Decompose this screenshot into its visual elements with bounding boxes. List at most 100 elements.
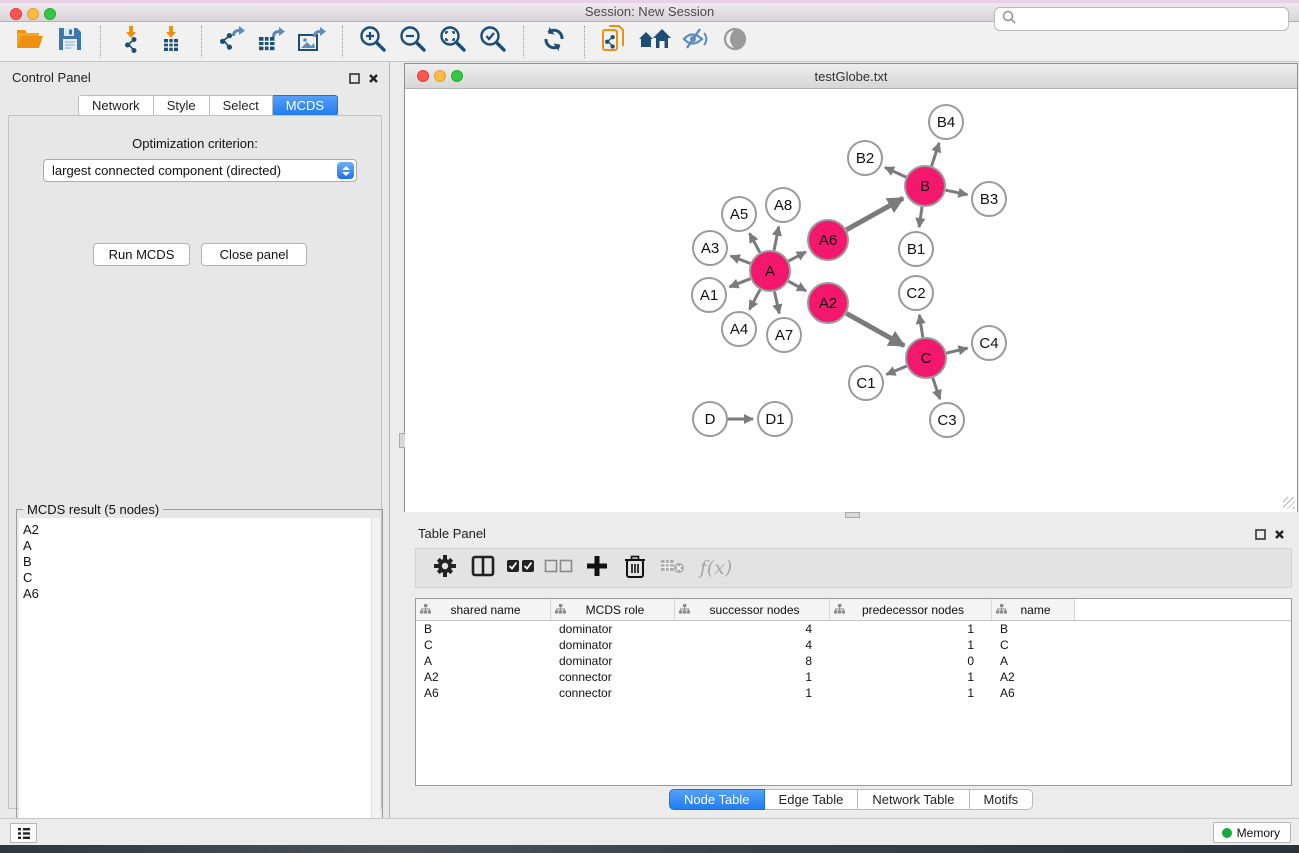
save-session-button[interactable] <box>50 24 90 60</box>
table-row[interactable]: A2connector11A2 <box>416 669 1291 685</box>
table-row[interactable]: A6connector11A6 <box>416 685 1291 701</box>
run-mcds-button[interactable]: Run MCDS <box>93 243 190 266</box>
node-table[interactable]: shared nameMCDS rolesuccessor nodesprede… <box>415 598 1292 786</box>
node-A7[interactable]: A7 <box>767 318 801 352</box>
column-header-MCDS-role[interactable]: MCDS role <box>551 599 675 620</box>
node-B[interactable]: B <box>905 166 945 206</box>
node-A3[interactable]: A3 <box>693 231 727 265</box>
node-C2[interactable]: C2 <box>899 276 933 310</box>
edge-A-A4[interactable] <box>749 290 760 310</box>
edge-A-A8[interactable] <box>774 227 779 251</box>
open-session-button[interactable] <box>10 24 50 60</box>
edge-A-A6[interactable] <box>789 252 806 261</box>
node-A1[interactable]: A1 <box>692 278 726 312</box>
edge-A-A3[interactable] <box>731 256 751 264</box>
node-D[interactable]: D <box>693 402 727 436</box>
node-C[interactable]: C <box>906 338 946 378</box>
export-network-button[interactable] <box>212 24 252 60</box>
result-list-item[interactable]: A <box>23 538 380 554</box>
column-header-shared-name[interactable]: shared name <box>416 599 551 620</box>
zoom-out-button[interactable] <box>393 24 433 60</box>
import-network-button[interactable] <box>111 24 151 60</box>
memory-button[interactable]: Memory <box>1213 822 1291 843</box>
node-C4[interactable]: C4 <box>972 326 1006 360</box>
edge-A-A7[interactable] <box>774 292 779 314</box>
edge-B-B3[interactable] <box>946 190 968 194</box>
result-list-item[interactable]: A2 <box>23 522 380 538</box>
tab-mcds[interactable]: MCDS <box>273 95 338 116</box>
node-B3[interactable]: B3 <box>972 182 1006 216</box>
zoom-selected-button[interactable] <box>473 24 513 60</box>
close-table-panel-icon[interactable] <box>1274 527 1285 545</box>
edge-A-A5[interactable] <box>750 233 760 252</box>
node-A2[interactable]: A2 <box>808 283 848 323</box>
result-list-item[interactable]: A6 <box>23 586 380 602</box>
home-button[interactable] <box>635 24 675 60</box>
search-input[interactable] <box>994 7 1289 31</box>
node-A[interactable]: A <box>750 251 790 291</box>
function-button[interactable]: f(x) <box>694 551 738 585</box>
export-table-button[interactable] <box>252 24 292 60</box>
horizontal-splitter-handle[interactable] <box>845 512 860 518</box>
edge-B-B4[interactable] <box>932 143 940 166</box>
close-panel-icon[interactable] <box>368 71 379 89</box>
export-image-button[interactable] <box>292 24 332 60</box>
tab-network[interactable]: Network <box>78 95 154 116</box>
result-scrollbar[interactable] <box>371 518 380 844</box>
column-header-successor-nodes[interactable]: successor nodes <box>675 599 830 620</box>
tab-network-table[interactable]: Network Table <box>858 789 969 810</box>
copy-network-button[interactable] <box>595 24 635 60</box>
edge-B-B2[interactable] <box>885 167 906 177</box>
float-table-panel-icon[interactable] <box>1255 527 1266 545</box>
float-panel-icon[interactable] <box>349 71 360 89</box>
add-row-button[interactable] <box>580 551 614 585</box>
result-list-item[interactable]: C <box>23 570 380 586</box>
edge-A-A1[interactable] <box>729 279 750 287</box>
tab-select[interactable]: Select <box>210 95 273 116</box>
import-table-button[interactable] <box>151 24 191 60</box>
network-window-titlebar[interactable]: testGlobe.txt <box>405 64 1297 89</box>
task-history-button[interactable] <box>10 823 37 843</box>
close-panel-button[interactable]: Close panel <box>201 243 307 266</box>
edge-A-A2[interactable] <box>788 281 806 291</box>
node-B4[interactable]: B4 <box>929 105 963 139</box>
mcds-result-list[interactable]: A2ABCA6 <box>19 518 380 844</box>
edge-C-C2[interactable] <box>919 315 922 338</box>
delete-row-button[interactable] <box>618 551 652 585</box>
tab-style[interactable]: Style <box>154 95 210 116</box>
node-C3[interactable]: C3 <box>930 403 964 437</box>
vertical-splitter-handle[interactable] <box>399 433 405 448</box>
node-B1[interactable]: B1 <box>899 232 933 266</box>
deselect-all-button[interactable] <box>542 551 576 585</box>
refresh-button[interactable] <box>534 24 574 60</box>
criterion-dropdown[interactable]: largest connected component (directed) <box>43 159 357 182</box>
column-header-name[interactable]: name <box>992 599 1075 620</box>
column-header-predecessor-nodes[interactable]: predecessor nodes <box>830 599 992 620</box>
select-all-button[interactable] <box>504 551 538 585</box>
node-A8[interactable]: A8 <box>766 188 800 222</box>
tab-motifs[interactable]: Motifs <box>970 789 1034 810</box>
show-panel-button[interactable] <box>715 24 755 60</box>
edge-A2-C[interactable] <box>846 313 904 345</box>
result-list-item[interactable]: B <box>23 554 380 570</box>
tab-edge-table[interactable]: Edge Table <box>765 789 859 810</box>
node-D1[interactable]: D1 <box>758 402 792 436</box>
settings-button[interactable] <box>428 551 462 585</box>
delete-table-button[interactable] <box>656 551 690 585</box>
hide-panel-button[interactable] <box>675 24 715 60</box>
node-A4[interactable]: A4 <box>722 312 756 346</box>
node-C1[interactable]: C1 <box>849 366 883 400</box>
network-canvas[interactable]: B4 B2 B B3 A8 A5 A6 A3 B1 A C2 A1 A2 A4 A7 C4 C C1 D D1 C3 <box>405 90 1297 512</box>
node-B2[interactable]: B2 <box>848 141 882 175</box>
edge-C-C1[interactable] <box>886 366 906 374</box>
edge-A6-B[interactable] <box>846 198 903 230</box>
node-A6[interactable]: A6 <box>808 220 848 260</box>
node-A5[interactable]: A5 <box>722 197 756 231</box>
edge-C-C3[interactable] <box>933 378 940 399</box>
edge-B-B1[interactable] <box>919 207 922 227</box>
tab-node-table[interactable]: Node Table <box>669 789 765 810</box>
zoom-in-button[interactable] <box>353 24 393 60</box>
table-row[interactable]: Bdominator41B <box>416 621 1291 637</box>
table-row[interactable]: Cdominator41C <box>416 637 1291 653</box>
zoom-fit-button[interactable] <box>433 24 473 60</box>
